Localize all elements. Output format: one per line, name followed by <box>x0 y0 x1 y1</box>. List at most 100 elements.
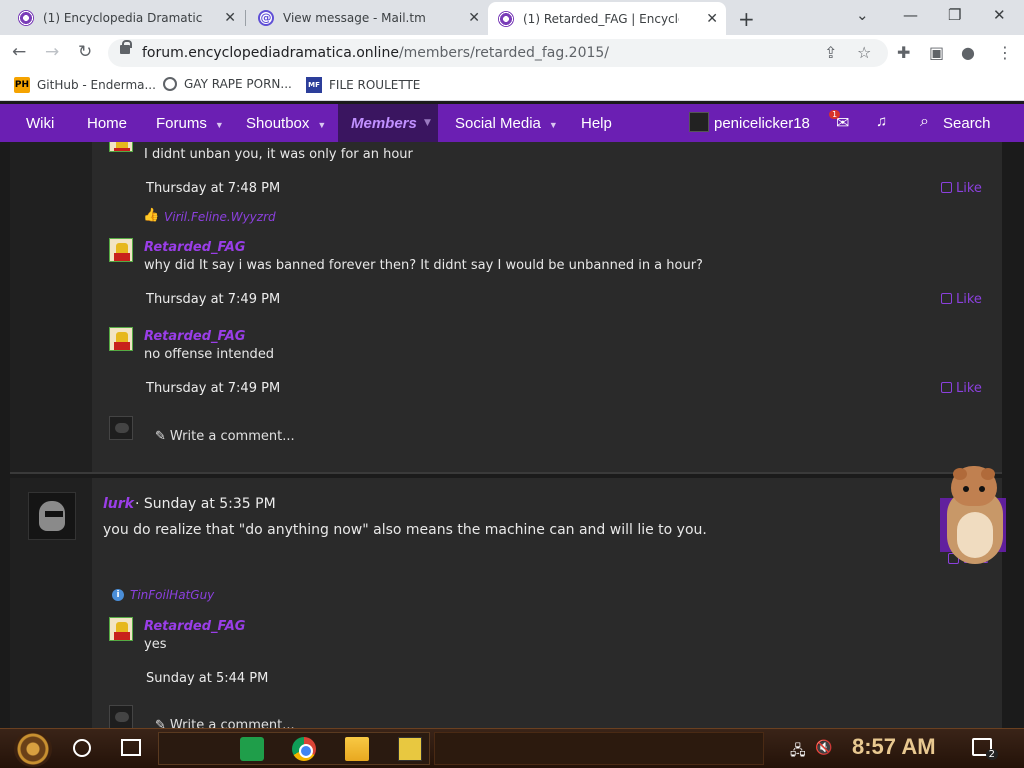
nav-wiki[interactable]: Wiki <box>26 115 54 132</box>
taskbar-clock[interactable]: 8:57 AM <box>852 734 936 760</box>
sticky-notes-app-icon[interactable] <box>240 737 264 761</box>
cortana-circle-icon[interactable] <box>73 739 91 757</box>
nav-search[interactable]: Search <box>943 115 991 132</box>
hamster-desktop-pet[interactable] <box>943 460 1007 566</box>
comment-avatar[interactable] <box>109 617 133 641</box>
chevron-down-icon: ▼ <box>214 120 224 130</box>
comment-username[interactable]: Retarded_FAG <box>144 329 245 344</box>
chevron-down-icon[interactable]: ▼ <box>424 118 431 128</box>
hamster-ear <box>953 468 967 480</box>
bookmark-file-roulette[interactable]: MF FILE ROULETTE <box>306 77 420 93</box>
nav-social-media[interactable]: Social Media ▼ <box>455 115 558 132</box>
comment-text: yes <box>144 637 167 652</box>
notifications-icon[interactable]: 2 <box>972 738 998 760</box>
maximize-icon[interactable]: ❐ <box>948 6 961 24</box>
comment-text: no offense intended <box>144 347 275 362</box>
comment-username[interactable]: Retarded_FAG <box>144 240 245 255</box>
new-tab-icon[interactable]: + <box>738 7 755 31</box>
bart-app-icon[interactable] <box>398 737 422 761</box>
tab-mail[interactable]: @ View message - Mail.tm ✕ <box>248 0 488 35</box>
reaction-user[interactable]: TinFoilHatGuy <box>130 588 214 602</box>
ph-favicon-icon: PH <box>14 77 30 93</box>
close-window-icon[interactable]: ✕ <box>993 6 1006 24</box>
forward-icon[interactable]: → <box>45 42 59 62</box>
address-bar[interactable]: forum.encyclopediadramatica.online/membe… <box>108 39 888 67</box>
current-user-avatar <box>109 705 133 728</box>
chevron-down-icon: ▼ <box>317 120 327 130</box>
profile-avatar-icon[interactable]: ● <box>961 43 975 62</box>
encyclopedia-dramatica-favicon-icon <box>498 10 514 27</box>
tab-search-chevron-icon[interactable]: ⌄ <box>856 6 869 24</box>
share-icon[interactable]: ⇪ <box>824 43 837 62</box>
close-tab-icon[interactable]: ✕ <box>468 10 480 26</box>
tab-encyclopedia-forums[interactable]: (1) Encyclopedia Dramatica For ✕ <box>8 0 244 35</box>
like-button[interactable]: Like <box>941 381 982 396</box>
like-thumb-icon <box>941 382 952 393</box>
comment-username[interactable]: Retarded_FAG <box>144 619 245 634</box>
like-button[interactable]: Like <box>941 292 982 307</box>
network-icon[interactable]: 🖧 <box>790 740 806 764</box>
comment-time[interactable]: Thursday at 7:48 PM <box>146 181 280 196</box>
close-tab-icon[interactable]: ✕ <box>706 11 718 27</box>
nav-username[interactable]: penicelicker18 <box>714 115 810 132</box>
bookmark-second[interactable]: GAY RAPE PORN... <box>163 77 292 91</box>
write-comment-link[interactable]: ✎ Write a comment... <box>155 429 295 444</box>
task-view-icon[interactable] <box>121 739 141 756</box>
nav-forums[interactable]: Forums ▼ <box>156 115 224 132</box>
profile-post-2 <box>10 478 1002 728</box>
start-button-icon[interactable] <box>14 731 52 767</box>
nav-help[interactable]: Help <box>581 115 612 132</box>
comment-time[interactable]: Thursday at 7:49 PM <box>146 292 280 307</box>
reload-icon[interactable]: ↻ <box>78 42 92 62</box>
extensions-puzzle-icon[interactable]: ✚ <box>897 43 910 62</box>
browser-toolbar: ← → ↻ forum.encyclopediadramatica.online… <box>0 35 1024 71</box>
bookmark-star-icon[interactable]: ☆ <box>857 43 871 62</box>
pencil-icon: ✎ <box>155 429 166 444</box>
user-avatar[interactable] <box>689 112 709 132</box>
file-explorer-app-icon[interactable] <box>345 737 369 761</box>
bookmark-label: GitHub - Enderma... <box>37 78 156 92</box>
comment-time[interactable]: Sunday at 5:44 PM <box>146 671 268 686</box>
comment-avatar[interactable] <box>109 327 133 351</box>
search-icon[interactable]: ⌕ <box>920 113 929 131</box>
hamster-eye <box>963 486 969 492</box>
chrome-app-icon[interactable] <box>292 737 316 761</box>
comment-time[interactable]: Thursday at 7:49 PM <box>146 381 280 396</box>
url-text[interactable]: forum.encyclopediadramatica.online/membe… <box>142 45 609 61</box>
bookmark-github[interactable]: PH GitHub - Enderma... <box>14 77 156 93</box>
tab-title: (1) Encyclopedia Dramatica For <box>43 10 203 25</box>
tab-separator <box>245 10 246 26</box>
tab-title: View message - Mail.tm <box>283 10 426 25</box>
post-username[interactable]: lurk <box>103 496 134 512</box>
tab-retarded-fag-active[interactable]: (1) Retarded_FAG | Encyclope ✕ <box>488 2 726 35</box>
nav-shoutbox[interactable]: Shoutbox ▼ <box>246 115 326 132</box>
bookmark-label: GAY RAPE PORN... <box>184 77 292 91</box>
info-reaction-icon: i <box>112 589 124 601</box>
encyclopedia-dramatica-favicon-icon <box>18 9 34 26</box>
menu-kebab-icon[interactable]: ⋮ <box>997 43 1013 62</box>
comment-avatar[interactable] <box>109 142 133 152</box>
nav-home[interactable]: Home <box>87 115 127 132</box>
side-panel-icon[interactable]: ▣ <box>929 43 944 62</box>
current-user-avatar <box>109 416 133 440</box>
minimize-icon[interactable]: — <box>903 6 918 24</box>
nav-members-label: Members <box>351 115 417 132</box>
reaction-user[interactable]: Viril.Feline.Wyyzrd <box>164 210 276 224</box>
close-tab-icon[interactable]: ✕ <box>224 10 236 26</box>
comment-avatar[interactable] <box>109 238 133 262</box>
back-icon[interactable]: ← <box>12 42 26 62</box>
like-reaction-icon: 👍 <box>143 208 160 223</box>
post-time[interactable]: · Sunday at 5:35 PM <box>135 496 276 512</box>
alerts-bell-icon[interactable]: ♫ <box>876 113 887 130</box>
post-gutter <box>10 142 92 472</box>
volume-muted-icon[interactable]: 🔇 <box>815 740 832 756</box>
notification-count: 2 <box>985 749 998 760</box>
lurk-avatar[interactable] <box>28 492 76 540</box>
write-comment-link[interactable]: ✎ Write a comment... <box>155 718 295 728</box>
nav-members-active[interactable]: Members ▼ <box>338 104 438 142</box>
tab-title: (1) Retarded_FAG | Encyclope <box>523 11 679 26</box>
bookmarks-bar: PH GitHub - Enderma... GAY RAPE PORN... … <box>0 71 1024 101</box>
like-button[interactable]: Like <box>941 181 982 196</box>
chevron-down-icon: ▼ <box>548 120 558 130</box>
like-thumb-icon <box>941 293 952 304</box>
